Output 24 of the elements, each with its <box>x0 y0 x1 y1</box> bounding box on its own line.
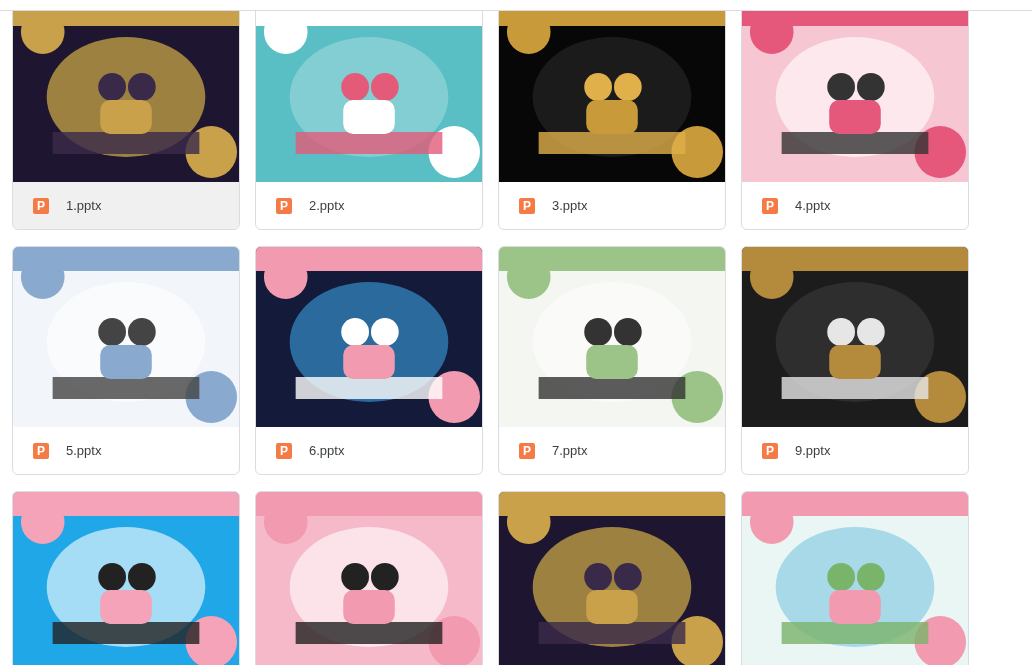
slides-file-icon: P <box>33 442 49 459</box>
file-card[interactable]: P 5.pptx <box>12 246 240 475</box>
file-name: 4.pptx <box>795 196 831 215</box>
file-name: 7.pptx <box>552 441 588 460</box>
file-card[interactable]: P 3.pptx <box>498 11 726 230</box>
slides-file-icon: P <box>276 197 292 214</box>
file-name: 5.pptx <box>66 441 102 460</box>
slides-file-icon: P <box>276 442 292 459</box>
slides-file-icon: P <box>33 197 49 214</box>
slides-file-icon: P <box>762 442 778 459</box>
file-name: 9.pptx <box>795 441 831 460</box>
slides-file-icon: P <box>762 197 778 214</box>
file-name: 6.pptx <box>309 441 345 460</box>
file-card[interactable]: P 6.pptx <box>255 246 483 475</box>
file-card[interactable]: P 9.pptx <box>741 246 969 475</box>
file-card[interactable]: P 7.pptx <box>498 246 726 475</box>
file-name: 3.pptx <box>552 196 588 215</box>
slides-file-icon: P <box>519 197 535 214</box>
slides-file-icon: P <box>519 442 535 459</box>
file-card[interactable]: P 1.pptx <box>12 11 240 230</box>
file-card[interactable]: P 4.pptx <box>741 11 969 230</box>
file-name: 2.pptx <box>309 196 345 215</box>
file-card[interactable]: P 2.pptx <box>255 11 483 230</box>
file-name: 1.pptx <box>66 196 102 215</box>
